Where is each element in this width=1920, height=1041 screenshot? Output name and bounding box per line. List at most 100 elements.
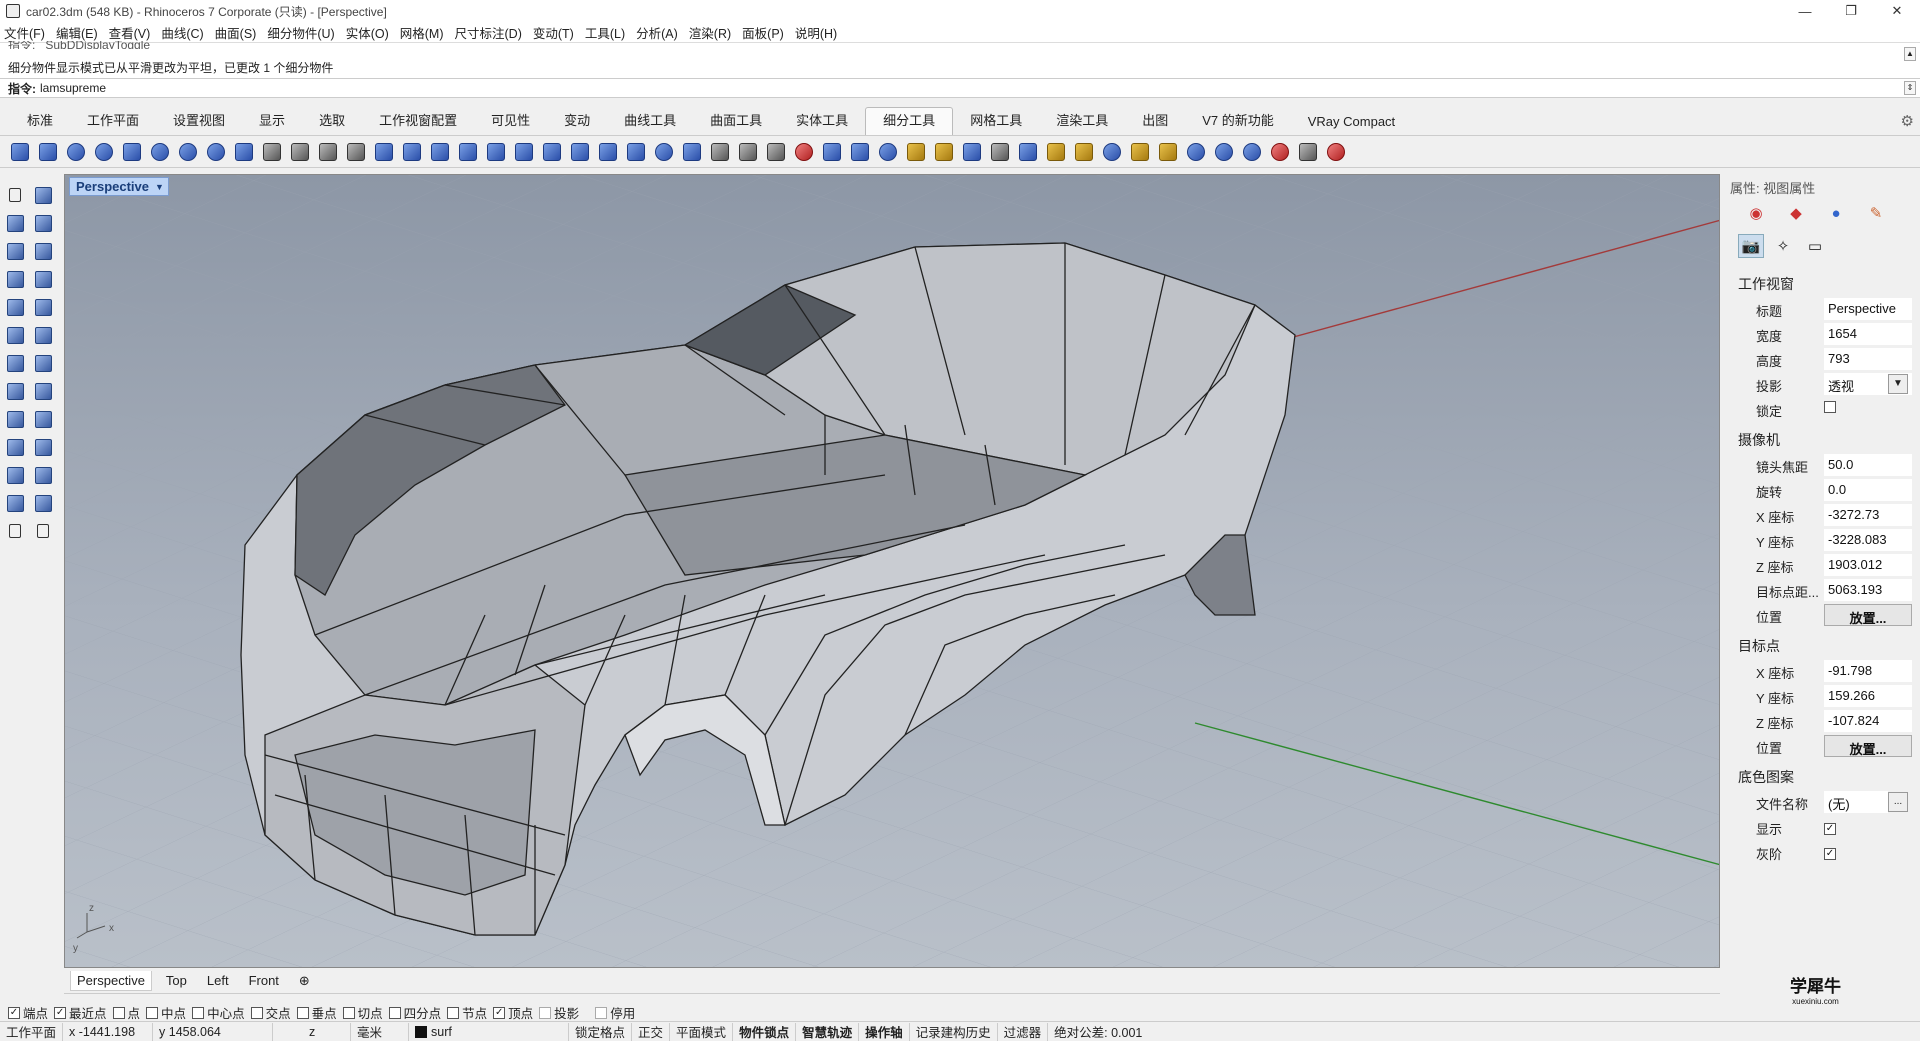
- subd-display-icon[interactable]: [904, 140, 928, 164]
- subd-sphere2-icon[interactable]: [1100, 140, 1124, 164]
- prop-height-field[interactable]: 793: [1824, 348, 1912, 370]
- subd-torus-icon[interactable]: [204, 140, 228, 164]
- gear-solid-icon[interactable]: [4, 268, 26, 290]
- subd-revolve-icon[interactable]: [316, 140, 340, 164]
- chevron-down-icon[interactable]: ▼: [1888, 374, 1908, 394]
- prop-camera-z-field[interactable]: 1903.012: [1824, 554, 1912, 576]
- tab-standard[interactable]: 标准: [10, 107, 70, 135]
- status-history[interactable]: 记录建构历史: [910, 1022, 998, 1041]
- viewport-title[interactable]: Perspective ▼: [69, 177, 169, 196]
- osnap-tangent[interactable]: 切点: [342, 1003, 383, 1022]
- surface-stack-icon[interactable]: [32, 240, 54, 262]
- subd-insert-point-icon[interactable]: [596, 140, 620, 164]
- minimize-button[interactable]: —: [1782, 0, 1828, 22]
- prop-lens-field[interactable]: 50.0: [1824, 454, 1912, 476]
- unlock-icon[interactable]: [32, 520, 54, 542]
- menu-solid[interactable]: 实体(O): [346, 23, 389, 42]
- close-button[interactable]: ✕: [1874, 0, 1920, 22]
- subd-fill-icon[interactable]: [540, 140, 564, 164]
- tab-cplanes[interactable]: 工作平面: [70, 107, 156, 135]
- eraser-icon[interactable]: [32, 184, 54, 206]
- place-camera-button[interactable]: 放置...: [1824, 604, 1912, 626]
- mirror-icon[interactable]: [4, 408, 26, 430]
- status-planar[interactable]: 平面模式: [670, 1022, 734, 1041]
- tab-render-tools[interactable]: 渲染工具: [1039, 107, 1125, 135]
- subd-slide-icon[interactable]: [820, 140, 844, 164]
- tab-drafting[interactable]: 出图: [1125, 107, 1185, 135]
- add-viewport-icon[interactable]: ⊕: [293, 971, 316, 991]
- scale-icon[interactable]: [32, 492, 54, 514]
- grayscale-checkbox[interactable]: ✓: [1824, 848, 1836, 860]
- prop-target-z-field[interactable]: -107.824: [1824, 710, 1912, 732]
- tab-transform[interactable]: 变动: [547, 107, 607, 135]
- subd-tear-icon[interactable]: [1324, 140, 1348, 164]
- perspective-viewport[interactable]: Perspective ▼ y x z: [64, 174, 1720, 968]
- material-icon[interactable]: ◆: [1776, 202, 1816, 224]
- prop-camera-y-field[interactable]: -3228.083: [1824, 529, 1912, 551]
- menu-surface[interactable]: 曲面(S): [215, 23, 257, 42]
- subd-bridge-icon[interactable]: [400, 140, 424, 164]
- lock-checkbox[interactable]: [1824, 401, 1836, 413]
- select-arrow-icon[interactable]: [4, 184, 26, 206]
- subd-plane-icon[interactable]: [36, 140, 60, 164]
- command-scroll-icon[interactable]: ⇕: [1904, 81, 1916, 95]
- color-wheel-icon[interactable]: ◉: [1736, 202, 1776, 224]
- tab-subd-tools[interactable]: 细分工具: [865, 107, 954, 135]
- status-gumball[interactable]: 操作轴: [859, 1022, 910, 1041]
- split-icon[interactable]: [4, 380, 26, 402]
- menu-view[interactable]: 查看(V): [109, 23, 151, 42]
- osnap-quad[interactable]: 四分点: [388, 1003, 441, 1022]
- osnap-disable[interactable]: 停用: [595, 1003, 635, 1022]
- curve-tools-icon[interactable]: [4, 240, 26, 262]
- solid-tools-icon[interactable]: [32, 268, 54, 290]
- subd-cone-icon[interactable]: [64, 140, 88, 164]
- gear-icon[interactable]: ⚙: [1901, 112, 1914, 130]
- array-icon[interactable]: [4, 464, 26, 486]
- prop-title-field[interactable]: Perspective: [1824, 298, 1912, 320]
- command-history[interactable]: 指令: _SubDDisplayToggle 细分物件显示模式已从平滑更改为平坦…: [0, 41, 1920, 78]
- subd-orb-icon[interactable]: [1240, 140, 1264, 164]
- subd-match-icon[interactable]: [848, 140, 872, 164]
- osnap-intersection[interactable]: 交点: [250, 1003, 291, 1022]
- subd-cylinder-icon[interactable]: [120, 140, 144, 164]
- prop-target-y-field[interactable]: 159.266: [1824, 685, 1912, 707]
- trim-icon[interactable]: [32, 380, 54, 402]
- analyze-icon[interactable]: [4, 436, 26, 458]
- camera-icon[interactable]: 📷: [1738, 234, 1764, 258]
- menu-help[interactable]: 说明(H): [795, 23, 837, 42]
- osnap-knot[interactable]: 节点: [447, 1003, 487, 1022]
- prop-target-x-field[interactable]: -91.798: [1824, 660, 1912, 682]
- menu-mesh[interactable]: 网格(M): [400, 23, 444, 42]
- menu-panels[interactable]: 面板(P): [742, 23, 784, 42]
- menu-analyze[interactable]: 分析(A): [636, 23, 678, 42]
- place-target-button[interactable]: 放置...: [1824, 735, 1912, 757]
- cylinder-icon[interactable]: [4, 296, 26, 318]
- lock-icon[interactable]: [4, 520, 26, 542]
- viewport-tab-front[interactable]: Front: [243, 971, 285, 990]
- sun-icon[interactable]: ✧: [1770, 234, 1796, 258]
- subd-crease-icon[interactable]: [428, 140, 452, 164]
- osnap-mid[interactable]: 中点: [146, 1003, 186, 1022]
- tab-solid-tools[interactable]: 实体工具: [779, 107, 865, 135]
- status-layer[interactable]: surf: [409, 1022, 570, 1041]
- osnap-end[interactable]: ✓ 端点: [8, 1003, 48, 1022]
- subd-weld-icon[interactable]: [764, 140, 788, 164]
- viewport-tab-top[interactable]: Top: [160, 971, 193, 990]
- status-grid-snap[interactable]: 锁定格点: [569, 1022, 633, 1041]
- tab-mesh-tools[interactable]: 网格工具: [953, 107, 1039, 135]
- command-prompt[interactable]: 指令: lamsupreme ⇕: [0, 78, 1920, 98]
- tab-viewport-layout[interactable]: 工作视窗配置: [362, 107, 474, 135]
- subd-globe-icon[interactable]: [652, 140, 676, 164]
- subd-paint-icon[interactable]: [1156, 140, 1180, 164]
- status-ortho[interactable]: 正交: [632, 1022, 671, 1041]
- tab-surface-tools[interactable]: 曲面工具: [693, 107, 779, 135]
- subd-stitch-icon[interactable]: [680, 140, 704, 164]
- subd-delete-icon[interactable]: [792, 140, 816, 164]
- command-input[interactable]: lamsupreme: [40, 81, 106, 95]
- tab-set-view[interactable]: 设置视图: [156, 107, 242, 135]
- subd-tornado-icon[interactable]: [1296, 140, 1320, 164]
- subd-repair-icon[interactable]: [932, 140, 956, 164]
- subd-list-icon[interactable]: [988, 140, 1012, 164]
- subd-cage-icon[interactable]: [1128, 140, 1152, 164]
- tab-visibility[interactable]: 可见性: [474, 107, 547, 135]
